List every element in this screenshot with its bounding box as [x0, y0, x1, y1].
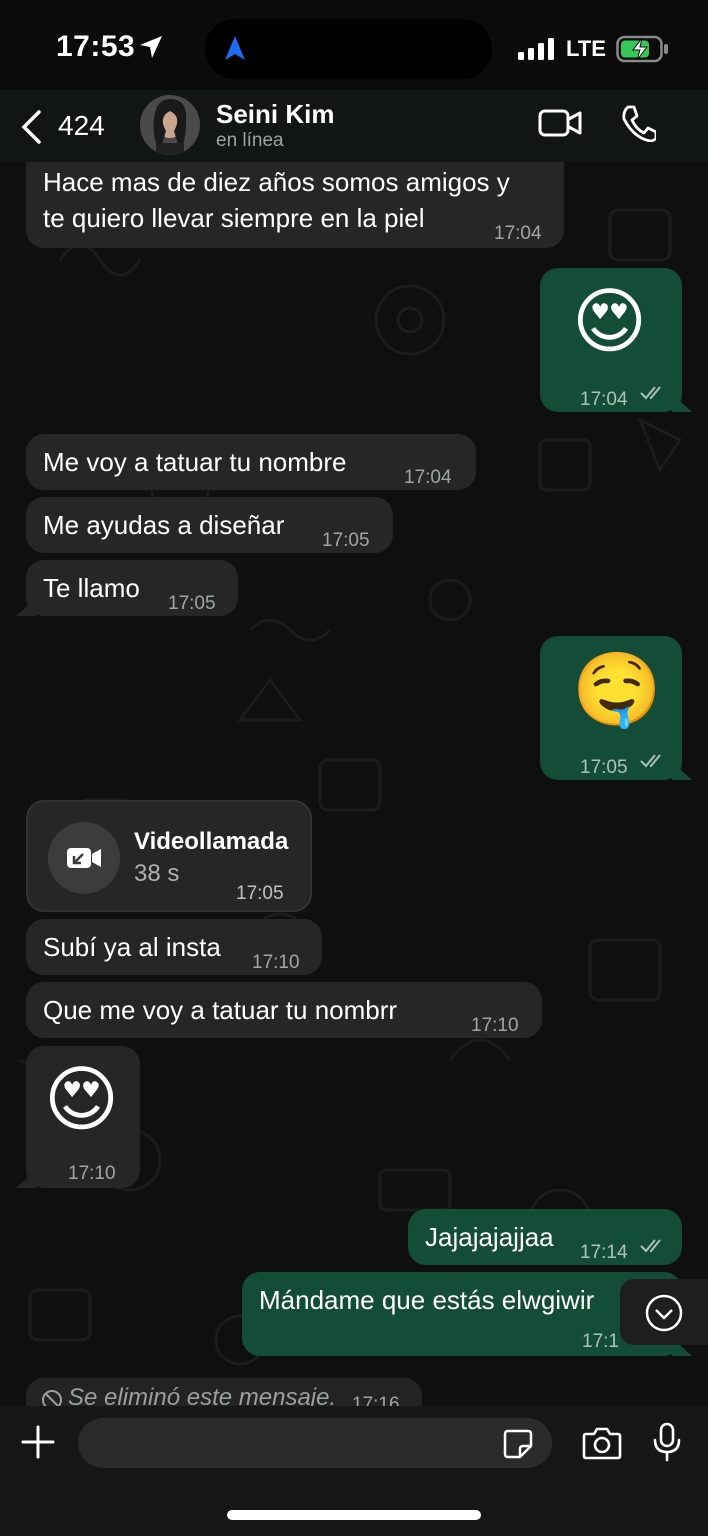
- phone-icon[interactable]: [620, 104, 656, 142]
- message-time: 17:10: [471, 1015, 519, 1036]
- message-time: 17:04: [580, 389, 628, 410]
- video-call-icon: [48, 822, 120, 894]
- message-text: Jajajajajjaa: [425, 1222, 554, 1252]
- message-time: 17:10: [68, 1163, 116, 1184]
- message-bubble-outgoing[interactable]: 🤤 17:05: [540, 636, 682, 780]
- message-text: Subí ya al insta: [43, 932, 221, 962]
- unread-count[interactable]: 424: [58, 110, 105, 142]
- video-call-bubble[interactable]: Videollamada 38 s 17:05: [26, 800, 312, 912]
- home-indicator[interactable]: [227, 1510, 481, 1520]
- message-text: te quiero llevar siempre en la piel: [43, 203, 425, 233]
- message-bubble-incoming[interactable]: Me voy a tatuar tu nombre 17:04: [26, 434, 476, 490]
- contact-name[interactable]: Seini Kim: [216, 99, 334, 130]
- scroll-to-bottom-button[interactable]: [620, 1279, 708, 1345]
- message-text: Mándame que estás elwgiwir: [259, 1285, 595, 1315]
- status-bar: 17:53 LTE: [0, 0, 708, 96]
- message-text: Que me voy a tatuar tu nombrr: [43, 995, 398, 1025]
- message-bubble-incoming[interactable]: Me ayudas a diseñar 17:05: [26, 497, 393, 553]
- battery-charging-icon: [616, 35, 668, 63]
- bubble-tail: [16, 1170, 36, 1188]
- message-bubble-incoming[interactable]: Te llamo 17:05: [26, 560, 238, 616]
- contact-presence: en línea: [216, 130, 284, 151]
- double-check-icon: [640, 386, 661, 400]
- chat-header: 424 Seini Kim en línea: [0, 90, 708, 162]
- message-time: 17:05: [168, 593, 216, 614]
- dynamic-island: [205, 19, 492, 79]
- back-chevron-icon[interactable]: [20, 110, 42, 144]
- message-time: 17:04: [404, 467, 452, 488]
- sticker-icon[interactable]: [502, 1428, 534, 1460]
- message-input[interactable]: [78, 1418, 552, 1468]
- message-bubble-outgoing[interactable]: Jajajajajjaa 17:14: [408, 1209, 682, 1265]
- network-type: LTE: [566, 36, 606, 61]
- bubble-tail: [16, 598, 36, 616]
- camera-icon[interactable]: [582, 1426, 622, 1460]
- message-emoji: 🤤: [572, 650, 662, 730]
- message-time: 17:05: [236, 883, 284, 904]
- message-bubble-incoming[interactable]: Que me voy a tatuar tu nombrr 17:10: [26, 982, 542, 1038]
- message-time: 17:05: [322, 530, 370, 551]
- location-arrow-icon: [140, 36, 162, 58]
- status-time: 17:53: [56, 30, 136, 63]
- video-camera-icon[interactable]: [538, 108, 582, 138]
- message-time: 17:05: [580, 757, 628, 778]
- message-text: Me ayudas a diseñar: [43, 510, 285, 540]
- signal-bars-icon: [518, 38, 554, 60]
- plus-icon[interactable]: [20, 1424, 56, 1460]
- message-time: 17:14: [580, 1242, 628, 1263]
- message-text: Hace mas de diez años somos amigos y: [43, 167, 510, 197]
- message-text: Te llamo: [43, 573, 140, 603]
- avatar[interactable]: [140, 95, 200, 155]
- message-text: Me voy a tatuar tu nombre: [43, 447, 347, 477]
- message-bubble-incoming[interactable]: Subí ya al insta 17:10: [26, 919, 322, 975]
- message-emoji: 😍: [44, 1060, 120, 1140]
- double-check-icon: [640, 1239, 661, 1253]
- video-call-title: Videollamada: [134, 828, 289, 855]
- message-time: 17:10: [252, 952, 300, 973]
- chat-screen: Hace mas de diez años somos amigos y te …: [0, 0, 708, 1536]
- bubble-tail: [672, 394, 692, 412]
- microphone-icon[interactable]: [652, 1422, 682, 1462]
- message-bubble-outgoing[interactable]: 😍 17:04: [540, 268, 682, 412]
- video-call-duration: 38 s: [134, 860, 180, 887]
- message-time: 17:1: [582, 1331, 619, 1352]
- double-check-icon: [640, 754, 661, 768]
- message-emoji: 😍: [572, 282, 648, 362]
- message-time: 17:04: [494, 223, 542, 244]
- navigation-arrow-icon: [225, 36, 245, 60]
- message-bubble-incoming[interactable]: 😍 17:10: [26, 1046, 140, 1188]
- message-bubble-incoming[interactable]: Hace mas de diez años somos amigos y te …: [26, 150, 564, 248]
- chevron-down-icon: [645, 1294, 683, 1332]
- message-bubble-outgoing[interactable]: Mándame que estás elwgiwir 17:1: [242, 1272, 682, 1356]
- bubble-tail: [672, 762, 692, 780]
